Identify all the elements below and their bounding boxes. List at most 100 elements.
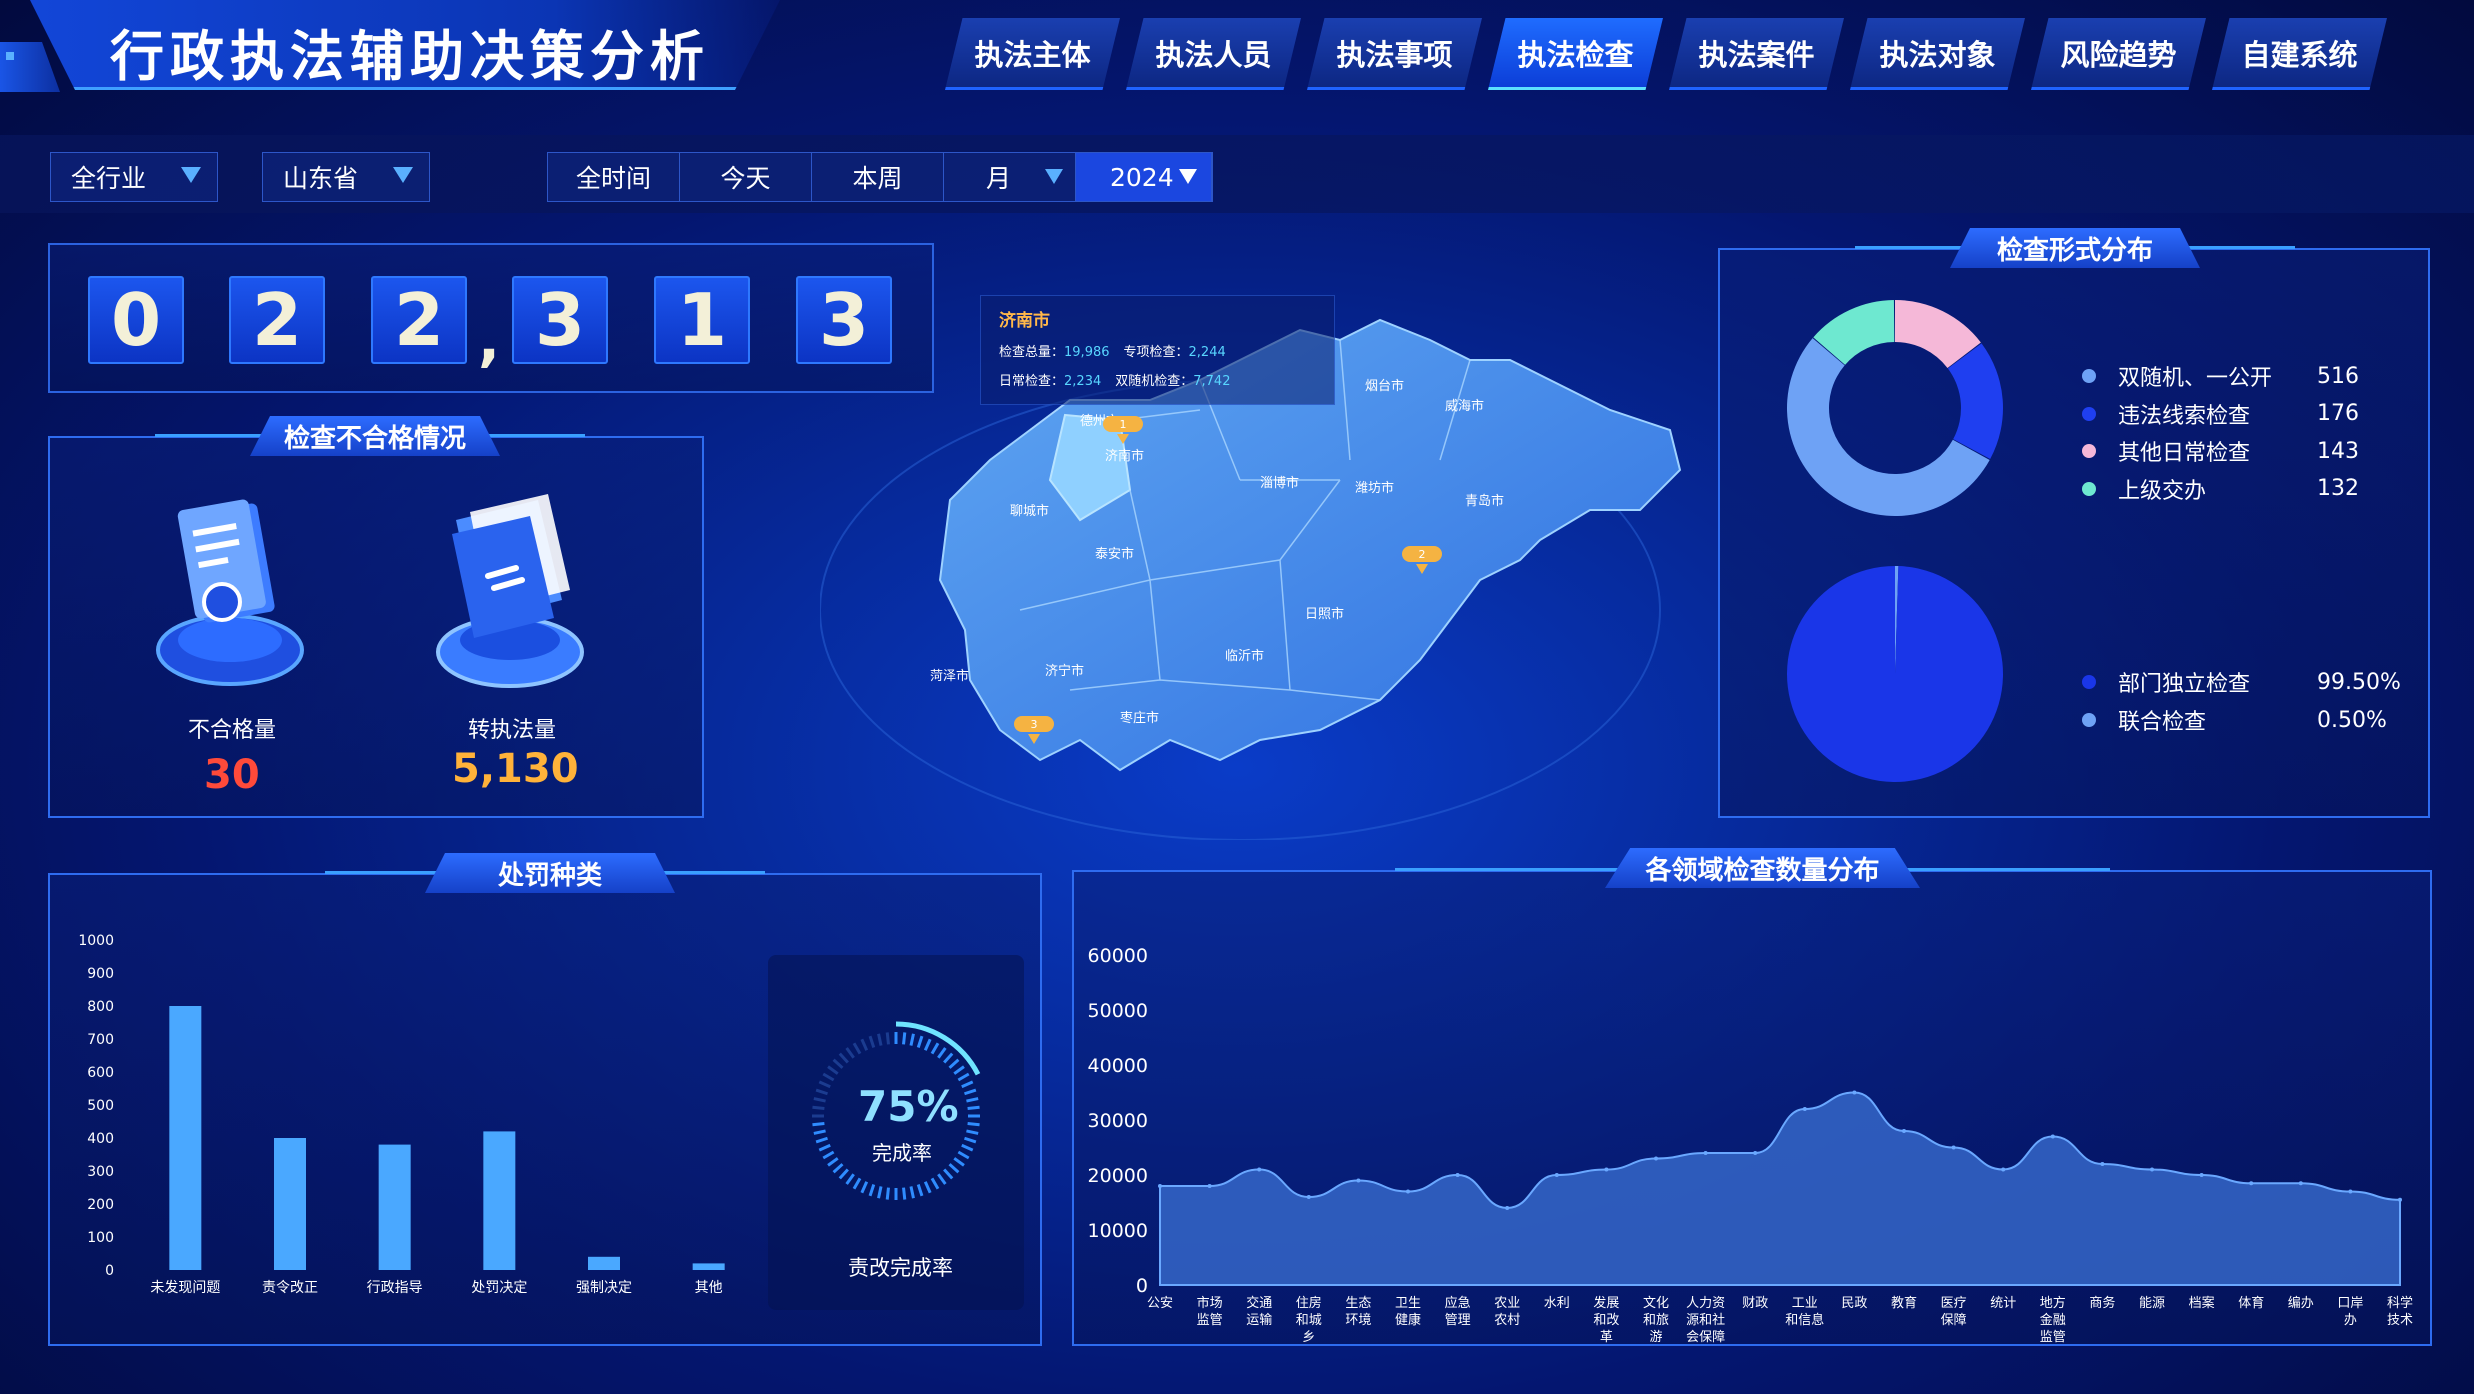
area-point[interactable] — [1406, 1189, 1410, 1194]
area-point[interactable] — [2050, 1134, 2055, 1139]
area-point[interactable] — [1257, 1167, 1262, 1172]
x-tick-line: 商务 — [2089, 1295, 2115, 1311]
map-city-tooltip: 济南市 检查总量：19,986 专项检查：2,244 日常检查：2,234 双随… — [980, 295, 1335, 405]
tab-6[interactable]: 风险趋势 — [2031, 18, 2206, 90]
bar[interactable] — [588, 1256, 620, 1270]
tab-7[interactable]: 自建系统 — [2212, 18, 2387, 90]
area-point[interactable] — [1902, 1129, 1906, 1133]
legend-item[interactable]: 部门独立检查 99.50% — [2082, 666, 2401, 698]
map-city-label[interactable]: 济南市 — [1105, 448, 1144, 464]
map-city-label[interactable]: 聊城市 — [1010, 503, 1049, 519]
tab-4[interactable]: 执法案件 — [1669, 18, 1844, 90]
area-point[interactable] — [2298, 1181, 2303, 1186]
gauge-tick — [909, 1033, 915, 1046]
area-point[interactable] — [2100, 1162, 2105, 1166]
legend-item[interactable]: 联合检查 0.50% — [2082, 704, 2387, 736]
map-city-label[interactable]: 威海市 — [1445, 398, 1484, 414]
gauge-caption: 责改完成率 — [848, 1256, 953, 1280]
legend-label: 上级交办 — [2118, 478, 2207, 504]
tooltip-total: 检查总量：19,986 — [999, 341, 1110, 360]
gauge-tick — [812, 1122, 825, 1127]
x-tick-label: 市场监管 — [1197, 1295, 1223, 1328]
area-point[interactable] — [1753, 1151, 1758, 1155]
x-tick-label: 教育 — [1891, 1295, 1917, 1311]
legend-value: 516 — [2317, 363, 2359, 389]
map-city-label[interactable]: 济宁市 — [1045, 663, 1084, 679]
x-tick-line: 体育 — [2238, 1295, 2264, 1311]
time-option-today[interactable]: 今天 — [680, 153, 812, 201]
area-point[interactable] — [1802, 1107, 1807, 1111]
legend-item[interactable]: 其他日常检查 143 — [2082, 435, 2359, 467]
area-point[interactable] — [2199, 1173, 2204, 1177]
bar[interactable] — [169, 1006, 202, 1270]
map-city-label[interactable]: 菏泽市 — [930, 668, 969, 684]
area-point[interactable] — [1703, 1151, 1708, 1155]
tab-3[interactable]: 执法检查 — [1488, 18, 1663, 90]
x-tick-label: 应急管理 — [1445, 1295, 1471, 1328]
time-option-week[interactable]: 本周 — [812, 153, 944, 201]
area-point[interactable] — [1852, 1090, 1857, 1095]
area-point[interactable] — [1554, 1173, 1559, 1177]
bar[interactable] — [378, 1144, 411, 1270]
time-option-month[interactable]: 月 — [944, 153, 1076, 201]
area-point[interactable] — [2249, 1181, 2254, 1186]
area-point[interactable] — [2001, 1167, 2006, 1172]
area-point[interactable] — [1207, 1184, 1212, 1188]
area-point[interactable] — [1654, 1156, 1658, 1161]
bar[interactable] — [483, 1131, 516, 1270]
y-tick-label: 700 — [87, 1032, 114, 1048]
bar[interactable] — [692, 1263, 725, 1270]
x-tick-label: 工业和信息 — [1785, 1296, 1824, 1328]
area-point[interactable] — [1455, 1173, 1460, 1177]
area-point[interactable] — [2348, 1189, 2353, 1194]
y-tick-label: 500 — [87, 1098, 114, 1114]
area-point[interactable] — [1306, 1195, 1311, 1199]
legend-item[interactable]: 上级交办 132 — [2082, 473, 2359, 505]
map-city-label[interactable]: 烟台市 — [1365, 378, 1404, 394]
area-point[interactable] — [1951, 1145, 1956, 1150]
map-city-label[interactable]: 淄博市 — [1260, 475, 1299, 491]
legend-item[interactable]: 双随机、一公开 516 — [2082, 360, 2359, 392]
map-city-label[interactable]: 潍坊市 — [1355, 480, 1394, 496]
area-point[interactable] — [1158, 1184, 1162, 1188]
x-tick-line: 教育 — [1891, 1295, 1917, 1311]
y-tick-label: 0 — [1136, 1275, 1148, 1297]
year-select[interactable]: 2024 — [1076, 153, 1212, 201]
inspection-form-title: 检查形式分布 — [1950, 228, 2200, 268]
province-select[interactable]: 山东省 — [262, 152, 430, 202]
gauge-tick — [812, 1105, 825, 1110]
industry-select[interactable]: 全行业 — [50, 152, 218, 202]
tab-0[interactable]: 执法主体 — [945, 18, 1120, 90]
x-tick-line: 编办 — [2288, 1296, 2314, 1311]
gauge-tick — [967, 1105, 980, 1110]
legend-item[interactable]: 违法线索检查 176 — [2082, 398, 2359, 430]
tab-5[interactable]: 执法对象 — [1850, 18, 2025, 90]
y-tick-label: 40000 — [1088, 1055, 1148, 1077]
gauge-tick — [838, 1168, 849, 1180]
tab-1[interactable]: 执法人员 — [1126, 18, 1301, 90]
gauge-label: 完成率 — [872, 1141, 932, 1165]
area-series[interactable] — [1159, 1091, 2401, 1286]
area-point[interactable] — [1356, 1178, 1361, 1183]
map-city-label[interactable]: 青岛市 — [1465, 493, 1504, 509]
gauge-tick — [813, 1129, 826, 1135]
map-city-label[interactable]: 临沂市 — [1225, 648, 1264, 664]
map-city-label[interactable]: 日照市 — [1305, 606, 1344, 622]
gauge-tick — [961, 1080, 974, 1089]
x-tick-line: 金融 — [2040, 1312, 2066, 1328]
map-city-label[interactable]: 枣庄市 — [1120, 710, 1159, 726]
x-tick-label: 强制决定 — [576, 1280, 632, 1296]
map-city-label[interactable]: 泰安市 — [1095, 546, 1134, 562]
map-marker-label: 1 — [1120, 418, 1127, 431]
time-option-all[interactable]: 全时间 — [548, 153, 680, 201]
x-tick-label: 住房和城乡 — [1296, 1295, 1322, 1345]
area-point[interactable] — [1604, 1167, 1609, 1172]
tab-2[interactable]: 执法事项 — [1307, 18, 1482, 90]
area-point[interactable] — [2150, 1167, 2154, 1172]
pie-slice[interactable] — [1787, 566, 2003, 782]
bar[interactable] — [274, 1138, 306, 1270]
area-point[interactable] — [1505, 1206, 1510, 1210]
x-tick-line: 监管 — [1197, 1313, 1223, 1328]
area-point[interactable] — [2398, 1197, 2402, 1202]
gauge-tick — [868, 1035, 876, 1048]
